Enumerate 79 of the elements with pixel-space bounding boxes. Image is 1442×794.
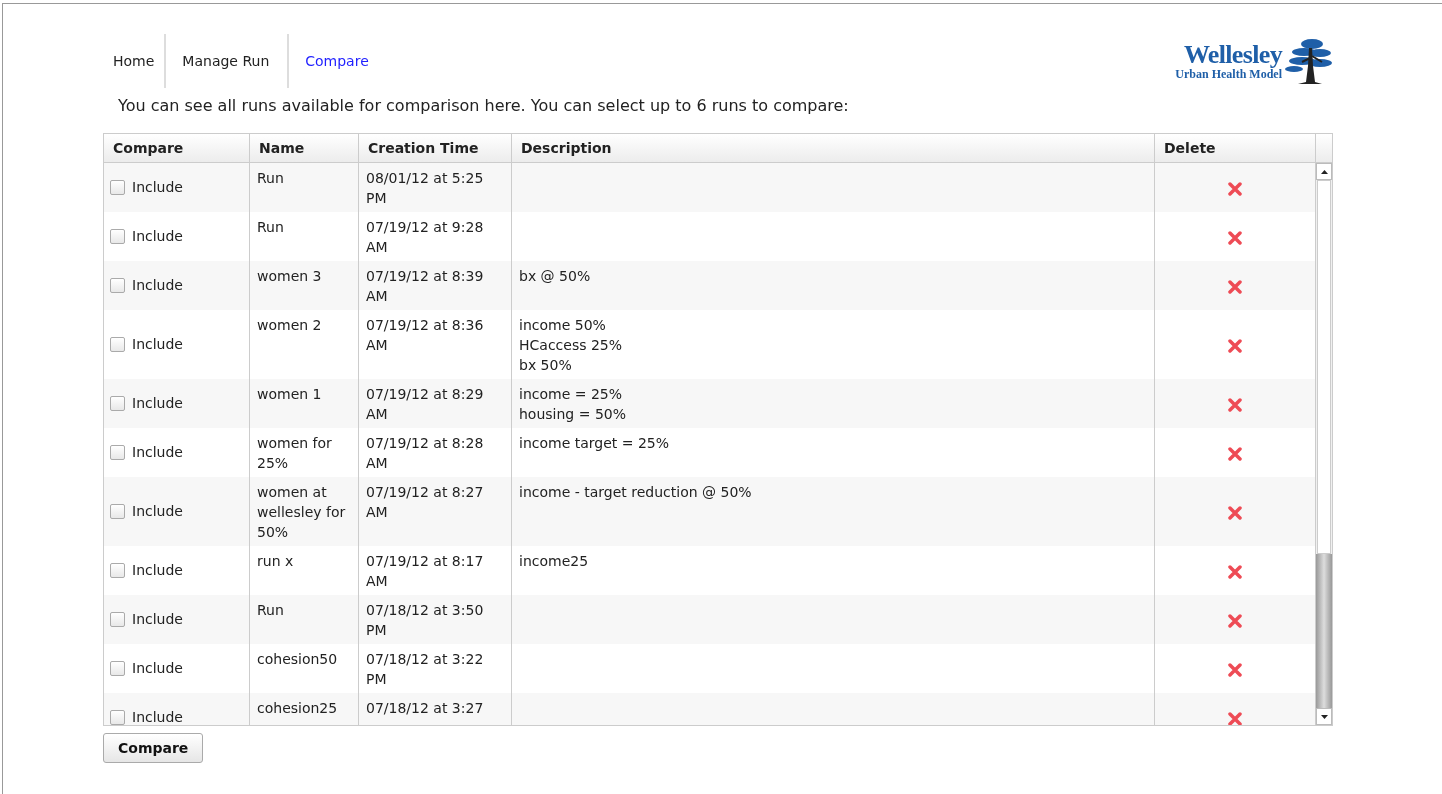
column-header: Compare bbox=[112, 138, 185, 158]
run-name: cohesion50 bbox=[257, 651, 338, 667]
column-header: Description bbox=[511, 134, 1154, 162]
include-checkbox[interactable] bbox=[110, 661, 125, 676]
delete-icon[interactable] bbox=[1228, 506, 1242, 520]
include-label[interactable]: Include bbox=[132, 560, 183, 581]
include-checkbox[interactable] bbox=[110, 337, 125, 352]
include-label[interactable]: Include bbox=[132, 658, 183, 679]
delete-icon[interactable] bbox=[1228, 614, 1242, 628]
run-description: income 50% bbox=[519, 316, 606, 335]
include-label[interactable]: Include bbox=[132, 393, 183, 414]
run-name: women 1 bbox=[257, 386, 322, 402]
run-description: income target = 25% bbox=[519, 434, 670, 453]
run-name: women for 25% bbox=[257, 435, 332, 471]
include-checkbox[interactable] bbox=[110, 445, 125, 460]
creation-time: 07/19/12 at 8:27 AM bbox=[366, 484, 484, 520]
include-label[interactable]: Include bbox=[132, 275, 183, 296]
run-name: Run bbox=[257, 170, 284, 186]
include-checkbox[interactable] bbox=[110, 563, 125, 578]
run-description: housing = 50% bbox=[519, 405, 626, 424]
run-description: income = 25% bbox=[519, 385, 623, 404]
include-label[interactable]: Include bbox=[132, 334, 183, 355]
delete-icon[interactable] bbox=[1228, 231, 1242, 245]
column-header: Delete bbox=[1154, 134, 1315, 162]
run-description: income - target reduction @ 50% bbox=[519, 483, 752, 502]
run-description: HCaccess 25% bbox=[519, 336, 623, 355]
delete-icon[interactable] bbox=[1228, 280, 1242, 294]
creation-time: 07/19/12 at 8:29 AM bbox=[366, 386, 484, 422]
creation-time: 07/19/12 at 9:28 AM bbox=[366, 219, 484, 255]
column-header: Creation Time bbox=[358, 134, 511, 162]
include-checkbox[interactable] bbox=[110, 229, 125, 244]
include-label[interactable]: Include bbox=[132, 609, 183, 630]
include-checkbox[interactable] bbox=[110, 504, 125, 519]
include-checkbox[interactable] bbox=[110, 180, 125, 195]
delete-icon[interactable] bbox=[1228, 663, 1242, 677]
include-checkbox[interactable] bbox=[110, 278, 125, 293]
delete-icon[interactable] bbox=[1228, 565, 1242, 579]
intro-text: You can see all runs available for comparison here. You can select up to 6 runs to compare: bbox=[118, 95, 850, 117]
run-name: cohesion25 bbox=[257, 700, 338, 716]
include-checkbox[interactable] bbox=[110, 396, 125, 411]
delete-icon[interactable] bbox=[1228, 339, 1242, 353]
delete-icon[interactable] bbox=[1228, 447, 1242, 461]
run-name: run x bbox=[257, 553, 294, 569]
creation-time: 07/18/12 at 3:50 PM bbox=[366, 602, 484, 638]
delete-icon[interactable] bbox=[1228, 398, 1242, 412]
run-name: Run bbox=[257, 602, 284, 618]
include-label[interactable]: Include bbox=[132, 226, 183, 247]
delete-icon[interactable] bbox=[1228, 711, 1242, 725]
include-checkbox[interactable] bbox=[110, 612, 125, 627]
scrollbar[interactable] bbox=[1315, 163, 1332, 725]
nav-link[interactable]: Manage Run bbox=[164, 34, 288, 88]
run-description: bx 50% bbox=[519, 356, 572, 375]
creation-time: 07/18/12 at 3:27 bbox=[366, 700, 484, 716]
nav-link[interactable]: Home bbox=[103, 34, 165, 88]
tree-icon bbox=[1282, 36, 1332, 86]
include-checkbox[interactable] bbox=[110, 709, 125, 725]
run-name: Run bbox=[257, 219, 284, 235]
run-name: women 2 bbox=[257, 317, 322, 333]
scroll-up-icon[interactable] bbox=[1320, 169, 1328, 174]
compare-button[interactable]: Compare bbox=[103, 733, 204, 763]
creation-time: 07/18/12 at 3:22 PM bbox=[366, 651, 484, 687]
include-label[interactable]: Include bbox=[132, 706, 183, 725]
creation-time: 07/19/12 at 8:36 AM bbox=[366, 317, 484, 353]
run-name: women 3 bbox=[257, 268, 322, 284]
logo-subtitle: Urban Health Model bbox=[1175, 68, 1282, 80]
run-description: bx @ 50% bbox=[519, 267, 591, 286]
include-label[interactable]: Include bbox=[132, 501, 183, 522]
creation-time: 07/19/12 at 8:17 AM bbox=[366, 553, 484, 589]
nav-link[interactable]: Compare bbox=[287, 34, 387, 88]
run-name: women at wellesley for 50% bbox=[257, 484, 346, 540]
creation-time: 07/19/12 at 8:39 AM bbox=[366, 268, 484, 304]
scroll-down-icon[interactable] bbox=[1320, 714, 1328, 719]
creation-time: 08/01/12 at 5:25 PM bbox=[366, 170, 484, 206]
creation-time: 07/19/12 at 8:28 AM bbox=[366, 435, 484, 471]
column-header: Name bbox=[249, 134, 358, 162]
delete-icon[interactable] bbox=[1228, 182, 1242, 196]
include-label[interactable]: Include bbox=[132, 442, 183, 463]
include-label[interactable]: Include bbox=[132, 177, 183, 198]
run-description: income25 bbox=[519, 552, 589, 571]
